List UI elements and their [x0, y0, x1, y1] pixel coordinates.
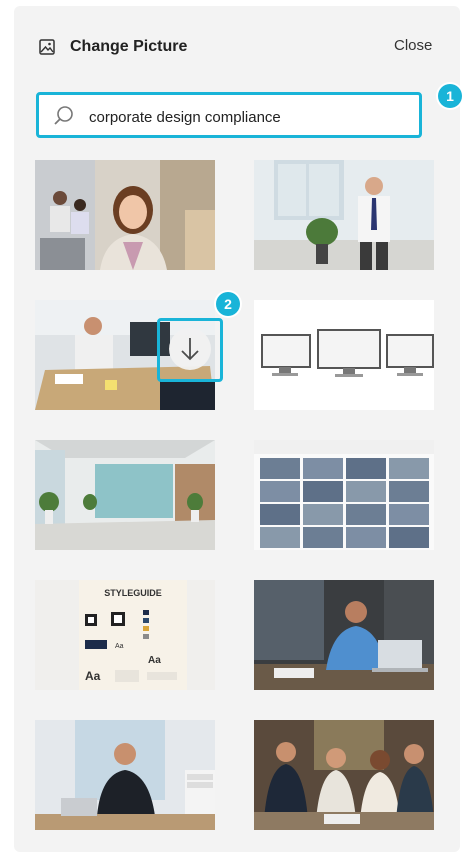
image-result-woman-office[interactable]: [35, 160, 215, 270]
building-tile: [260, 527, 300, 548]
image-result-team-meeting[interactable]: [254, 720, 434, 830]
image-man-phone-desk: [35, 720, 215, 830]
building-tile: [346, 527, 386, 548]
download-button-highlight[interactable]: [157, 318, 223, 382]
image-result-businessman-standing[interactable]: [254, 160, 434, 270]
image-man-laptop: [254, 580, 434, 690]
building-tile: [389, 458, 429, 479]
building-tile: [346, 481, 386, 502]
image-styleguide: STYLEGUIDE Aa Aa Aa: [35, 580, 215, 690]
step-badge-1: 1: [438, 84, 462, 108]
close-button[interactable]: Close: [394, 37, 432, 54]
arrow-down-icon: [181, 338, 199, 361]
step-badge-2: 2: [216, 292, 240, 316]
image-empty-office-room: [35, 440, 215, 550]
panel-header: Change Picture Close: [14, 6, 460, 90]
building-tile: [389, 504, 429, 525]
search-input[interactable]: [87, 103, 411, 131]
search-box[interactable]: [36, 92, 422, 138]
image-building-grid-screenshot: [254, 440, 434, 550]
styleguide-font-sample-medium: Aa: [148, 655, 161, 666]
building-tile: [303, 504, 343, 525]
building-tile: [389, 527, 429, 548]
change-picture-panel: Change Picture Close 1: [14, 6, 462, 852]
building-tile: [303, 527, 343, 548]
image-result-man-laptop[interactable]: [254, 580, 434, 690]
building-tile: [260, 504, 300, 525]
building-tile: [303, 481, 343, 502]
image-result-man-phone-desk[interactable]: [35, 720, 215, 830]
image-three-monitors: [254, 300, 434, 410]
styleguide-font-sample-large: Aa: [85, 669, 101, 683]
building-tile: [303, 458, 343, 479]
image-result-three-monitors[interactable]: [254, 300, 434, 410]
image-woman-office: [35, 160, 215, 270]
panel-title: Change Picture: [70, 38, 188, 55]
download-button[interactable]: [169, 328, 211, 370]
building-tile: [389, 481, 429, 502]
building-tile: [260, 458, 300, 479]
image-businessman-standing: [254, 160, 434, 270]
styleguide-font-sample-small: Aa: [115, 643, 124, 650]
image-result-empty-office-room[interactable]: [35, 440, 215, 550]
building-tile: [346, 458, 386, 479]
picture-icon: [39, 39, 55, 55]
search-icon: [54, 106, 73, 125]
styleguide-title: STYLEGUIDE: [104, 588, 162, 598]
image-result-styleguide[interactable]: STYLEGUIDE Aa Aa Aa: [35, 580, 215, 690]
image-result-building-grid-screenshot[interactable]: [254, 440, 434, 550]
image-team-meeting: [254, 720, 434, 830]
building-tile: [260, 481, 300, 502]
building-tile: [346, 504, 386, 525]
